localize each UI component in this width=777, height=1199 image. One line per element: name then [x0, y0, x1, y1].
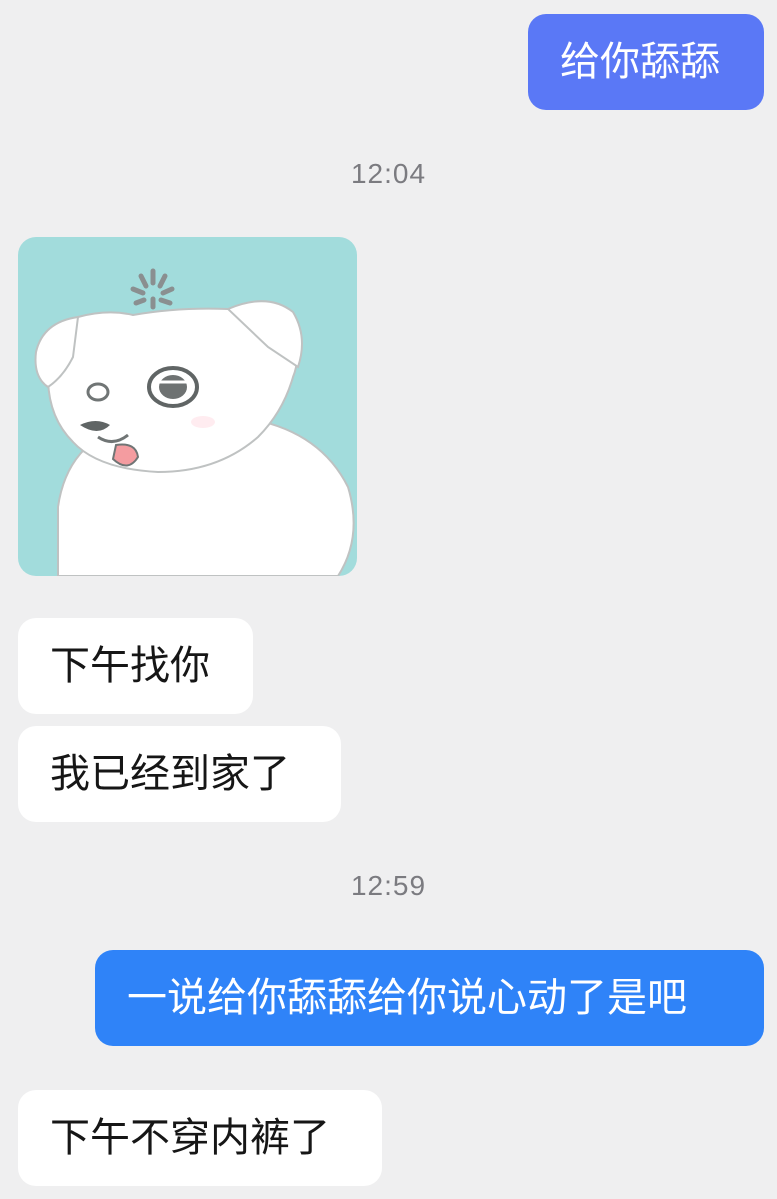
white-dog-sticker-icon: [18, 237, 357, 576]
message-text: 给你舔舔: [560, 39, 720, 85]
message-text: 一说给你舔舔给你说心动了是吧: [127, 975, 687, 1021]
incoming-message-bubble[interactable]: 下午找你: [18, 618, 253, 714]
message-text: 下午找你: [50, 643, 210, 689]
message-timestamp: 12:04: [350, 158, 427, 189]
message-text: 我已经到家了: [50, 751, 290, 797]
chat-message-list[interactable]: 给你舔舔 12:04 下午找你 我已经到家了 12:59 一说给你舔舔给你说心动…: [0, 0, 777, 1199]
outgoing-message-bubble[interactable]: 给你舔舔: [528, 14, 764, 110]
message-timestamp: 12:59: [350, 870, 427, 901]
sticker-message[interactable]: [18, 237, 357, 576]
outgoing-message-bubble[interactable]: 一说给你舔舔给你说心动了是吧: [95, 950, 764, 1046]
incoming-message-bubble[interactable]: 我已经到家了: [18, 726, 341, 822]
incoming-message-bubble[interactable]: 下午不穿内裤了: [18, 1090, 382, 1186]
message-text: 下午不穿内裤了: [50, 1115, 330, 1161]
